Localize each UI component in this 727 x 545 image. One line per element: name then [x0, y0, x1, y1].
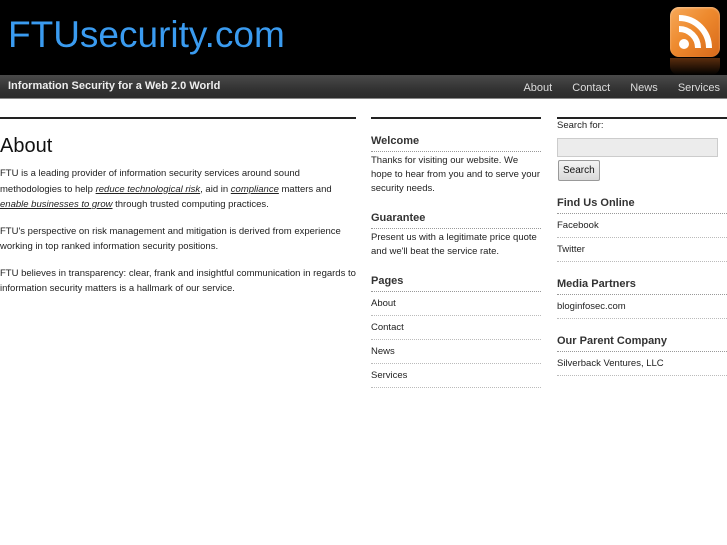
rss-glyph-icon [678, 15, 712, 49]
nav-news[interactable]: News [630, 82, 658, 94]
pages-link-about[interactable]: About [371, 298, 396, 309]
search-input[interactable] [557, 138, 718, 157]
pages-list: About Contact News Services [371, 292, 541, 388]
list-item: Silverback Ventures, LLC [557, 352, 727, 376]
link-enable-businesses[interactable]: enable businesses to grow [0, 199, 113, 210]
pages-link-services[interactable]: Services [371, 370, 407, 381]
parent-company-list: Silverback Ventures, LLC [557, 352, 727, 376]
site-title-link[interactable]: FTUsecurity.com [8, 14, 285, 56]
list-item: bloginfosec.com [557, 295, 727, 319]
list-item: Twitter [557, 238, 727, 262]
link-facebook[interactable]: Facebook [557, 220, 599, 231]
main-content: About FTU is a leading provider of infor… [0, 117, 356, 308]
widget-title-welcome: Welcome [371, 135, 541, 152]
list-item: Contact [371, 316, 541, 340]
rss-feed-icon[interactable] [670, 7, 720, 57]
rss-reflection [670, 58, 720, 75]
sidebar-primary: Welcome Thanks for visiting our website.… [371, 117, 541, 388]
nav-about[interactable]: About [523, 82, 552, 94]
nav-contact[interactable]: Contact [572, 82, 610, 94]
widget-title-media-partners: Media Partners [557, 278, 727, 295]
link-bloginfosec[interactable]: bloginfosec.com [557, 301, 626, 312]
pages-link-contact[interactable]: Contact [371, 322, 404, 333]
widget-title-pages: Pages [371, 275, 541, 292]
list-item: Facebook [557, 214, 727, 238]
search-label: Search for: [557, 120, 604, 131]
top-nav: About Contact News Services [506, 82, 720, 94]
widget-title-guarantee: Guarantee [371, 212, 541, 229]
widget-title-find-us: Find Us Online [557, 197, 727, 214]
link-silverback[interactable]: Silverback Ventures, LLC [557, 358, 664, 369]
text: matters and [278, 183, 332, 195]
paragraph-transparency: FTU believes in transparency: clear, fra… [0, 267, 356, 295]
link-twitter[interactable]: Twitter [557, 244, 585, 255]
sidebar-secondary: Search for: Search Find Us Online Facebo… [557, 117, 727, 376]
list-item: News [371, 340, 541, 364]
search-button[interactable]: Search [558, 160, 600, 181]
tagline: Information Security for a Web 2.0 World [8, 80, 221, 92]
paragraph-intro: FTU is a leading provider of information… [0, 166, 356, 213]
text: through trusted computing practices. [112, 199, 269, 210]
page-title: About [0, 135, 53, 157]
text: , aid in [200, 183, 231, 195]
site-header: FTUsecurity.com [0, 0, 727, 75]
link-compliance[interactable]: compliance [231, 184, 279, 195]
find-us-list: Facebook Twitter [557, 214, 727, 262]
list-item: About [371, 292, 541, 316]
nav-services[interactable]: Services [678, 82, 720, 94]
media-partners-list: bloginfosec.com [557, 295, 727, 319]
welcome-text: Thanks for visiting our website. We hope… [371, 155, 540, 194]
paragraph-perspective: FTU's perspective on risk management and… [0, 225, 341, 253]
tagline-bar: Information Security for a Web 2.0 World… [0, 75, 727, 99]
list-item: Services [371, 364, 541, 388]
pages-link-news[interactable]: News [371, 346, 395, 357]
widget-title-parent-company: Our Parent Company [557, 335, 727, 352]
link-reduce-risk[interactable]: reduce technological risk [96, 184, 201, 195]
guarantee-text: Present us with a legitimate price quote… [371, 232, 537, 257]
